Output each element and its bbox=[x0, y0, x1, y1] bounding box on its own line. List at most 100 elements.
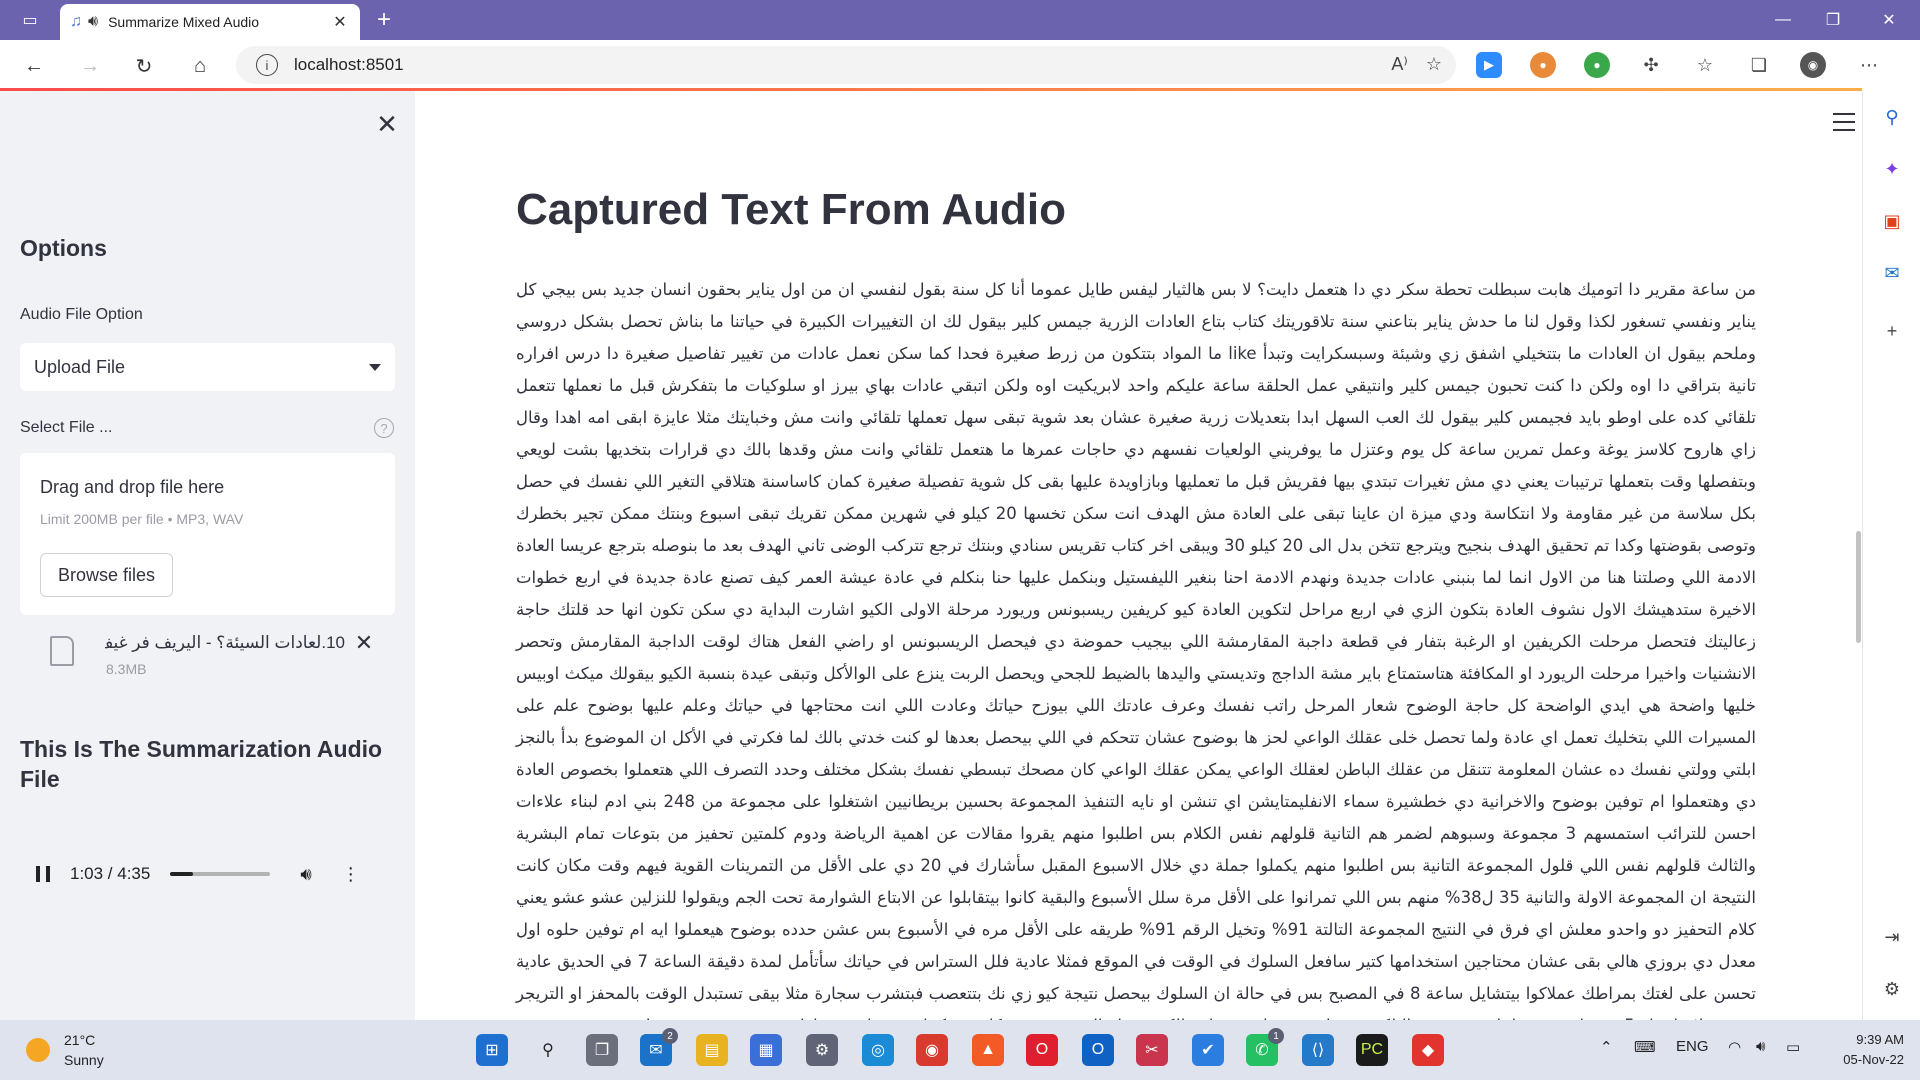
file-explorer-icon[interactable]: ▤ bbox=[696, 1034, 728, 1066]
pause-icon[interactable] bbox=[36, 866, 50, 882]
anydesk-icon[interactable]: ◆ bbox=[1412, 1034, 1444, 1066]
navigation-bar: ← → ↻ ⌂ i localhost:8501 A⁾ ☆ ▶ ● ● ✣ ☆ … bbox=[0, 40, 1920, 90]
tab-close-icon[interactable]: ✕ bbox=[330, 12, 350, 32]
browser-title-bar: ▭ ♫ 🔊︎ Summarize Mixed Audio ✕ + — ❐ ✕ bbox=[0, 0, 1920, 40]
sidebar-toggle-icon[interactable]: ⇥ bbox=[1880, 925, 1904, 949]
window-close-button[interactable]: ✕ bbox=[1866, 0, 1912, 40]
volume-icon[interactable]: 🔊︎ bbox=[1756, 1038, 1765, 1055]
weather-widget[interactable]: 21°C Sunny bbox=[26, 1030, 104, 1070]
dropzone-title: Drag and drop file here bbox=[40, 477, 225, 497]
help-icon[interactable]: ? bbox=[374, 418, 394, 438]
office-icon[interactable]: ▣ bbox=[1880, 209, 1904, 233]
main-content: Captured Text From Audio من ساعة مقرير د… bbox=[415, 91, 1862, 1020]
page-title: Captured Text From Audio bbox=[516, 185, 1066, 234]
more-menu-icon[interactable]: ⋯ bbox=[1856, 52, 1882, 78]
add-favorite-icon[interactable]: ☆ bbox=[1426, 54, 1442, 75]
uploaded-file-size: 8.3MB bbox=[106, 661, 147, 677]
audio-option-label: Audio File Option bbox=[20, 306, 143, 323]
browser-sidebar: ⚲ ✦ ▣ ✉ + ⇥ ⚙ bbox=[1862, 91, 1920, 1020]
address-bar[interactable]: i localhost:8501 A⁾ ☆ bbox=[236, 46, 1456, 84]
clock[interactable]: 9:39 AM 05-Nov-22 bbox=[1840, 1030, 1904, 1070]
whatsapp-icon[interactable]: ✆ 1 bbox=[1246, 1028, 1284, 1066]
forward-button[interactable]: → bbox=[74, 50, 106, 82]
chevron-down-icon bbox=[369, 363, 381, 371]
battery-icon[interactable]: ▭ bbox=[1786, 1038, 1800, 1056]
select-file-label: Select File ... bbox=[20, 419, 113, 436]
profile-avatar[interactable]: ◉ bbox=[1800, 52, 1826, 78]
remove-file-icon[interactable]: ✕ bbox=[352, 630, 376, 655]
keyboard-icon[interactable]: ⌨ bbox=[1634, 1038, 1656, 1056]
tab-actions-button[interactable]: ▭ bbox=[14, 8, 46, 32]
browse-files-button[interactable]: Browse files bbox=[40, 553, 173, 597]
extensions-puzzle-icon[interactable]: ✣ bbox=[1638, 52, 1664, 78]
favorites-icon[interactable]: ☆ bbox=[1692, 52, 1718, 78]
store-icon[interactable]: ▦ bbox=[750, 1034, 782, 1066]
url-text[interactable]: localhost:8501 bbox=[294, 55, 404, 75]
volume-icon[interactable]: 🔊︎ bbox=[300, 864, 311, 885]
seek-progress bbox=[170, 872, 194, 876]
new-tab-button[interactable]: + bbox=[370, 6, 398, 34]
weather-condition: Sunny bbox=[64, 1052, 104, 1068]
refresh-button[interactable]: ↻ bbox=[128, 50, 160, 82]
chrome-icon[interactable]: ◉ bbox=[916, 1034, 948, 1066]
search-icon[interactable]: ⚲ bbox=[1880, 105, 1904, 129]
audio-player: 1:03 / 4:35 🔊︎ ⋮ bbox=[36, 854, 376, 894]
transcript-text: من ساعة مقرير دا اتوميك هابت سبطلت تحطة … bbox=[516, 280, 1757, 1020]
menu-icon[interactable] bbox=[1833, 113, 1855, 131]
tab-icons: ♫ 🔊︎ bbox=[70, 13, 98, 31]
mail-icon[interactable]: ✉ 2 bbox=[640, 1028, 678, 1066]
address-bar-actions: A⁾ ☆ bbox=[1391, 54, 1442, 75]
start-icon[interactable]: ⊞ bbox=[476, 1034, 508, 1066]
file-dropzone[interactable]: Drag and drop file here Limit 200MB per … bbox=[20, 453, 395, 615]
collections-icon[interactable]: ❏ bbox=[1746, 52, 1772, 78]
home-button[interactable]: ⌂ bbox=[184, 50, 216, 82]
extension-icon[interactable]: ● bbox=[1584, 52, 1610, 78]
add-icon[interactable]: + bbox=[1880, 319, 1904, 343]
sun-icon bbox=[26, 1038, 50, 1062]
clock-time: 9:39 AM bbox=[1856, 1032, 1904, 1047]
info-icon[interactable]: i bbox=[256, 54, 278, 76]
chevron-up-icon[interactable]: ⌃ bbox=[1600, 1038, 1613, 1056]
sparkle-icon[interactable]: ✦ bbox=[1880, 157, 1904, 181]
minimize-button[interactable]: — bbox=[1760, 0, 1806, 40]
audio-option-value: Upload File bbox=[34, 356, 126, 377]
tab-title: Summarize Mixed Audio bbox=[108, 14, 260, 30]
sidebar: ✕ Options Audio File Option Upload File … bbox=[0, 91, 415, 1020]
zoom-extension-icon[interactable]: ▶ bbox=[1476, 52, 1502, 78]
back-button[interactable]: ← bbox=[18, 50, 50, 82]
snipping-tool-icon[interactable]: ✂ bbox=[1136, 1034, 1168, 1066]
file-icon bbox=[50, 636, 74, 666]
restore-button[interactable]: ❐ bbox=[1810, 0, 1856, 40]
temperature: 21°C bbox=[64, 1032, 96, 1048]
search-icon[interactable]: ⚲ bbox=[532, 1034, 564, 1066]
outlook-icon[interactable]: O bbox=[1082, 1034, 1114, 1066]
pycharm-icon[interactable]: PC bbox=[1356, 1034, 1388, 1066]
browser-tab[interactable]: ♫ 🔊︎ Summarize Mixed Audio ✕ bbox=[60, 4, 360, 40]
opera-icon[interactable]: O bbox=[1026, 1034, 1058, 1066]
summary-heading: This Is The Summarization Audio File bbox=[20, 736, 383, 792]
clock-date: 05-Nov-22 bbox=[1843, 1052, 1904, 1067]
dropzone-limits: Limit 200MB per file • MP3, WAV bbox=[40, 511, 244, 527]
speaker-icon: 🔊︎ bbox=[88, 13, 99, 30]
seek-slider[interactable] bbox=[170, 872, 271, 876]
player-time: 1:03 / 4:35 bbox=[70, 864, 151, 883]
brave-icon[interactable]: ▲ bbox=[972, 1034, 1004, 1066]
taskbar: 21°C Sunny ⊞ ⚲ ❐ ✉ 2 ▤ ▦ ⚙ ◎ ◉ ▲ O O ✂ ✔ … bbox=[0, 1020, 1920, 1080]
read-aloud-icon[interactable]: A⁾ bbox=[1391, 54, 1407, 75]
extension-icon[interactable]: ● bbox=[1530, 52, 1556, 78]
uploaded-file-name: 10.لعادات السيئة؟ - اليريف فر غيف... bbox=[105, 633, 345, 652]
todo-icon[interactable]: ✔ bbox=[1192, 1034, 1224, 1066]
settings-icon[interactable]: ⚙ bbox=[806, 1034, 838, 1066]
settings-gear-icon[interactable]: ⚙ bbox=[1880, 977, 1904, 1001]
audio-option-select[interactable]: Upload File bbox=[20, 343, 395, 391]
more-options-icon[interactable]: ⋮ bbox=[342, 864, 360, 885]
outlook-icon[interactable]: ✉ bbox=[1880, 261, 1904, 285]
wifi-icon[interactable]: ◠ bbox=[1728, 1038, 1741, 1056]
language-indicator[interactable]: ENG bbox=[1676, 1038, 1709, 1055]
vscode-icon[interactable]: ⟨⟩ bbox=[1302, 1034, 1334, 1066]
close-sidebar-icon[interactable]: ✕ bbox=[372, 109, 402, 139]
music-icon: ♫ bbox=[70, 13, 82, 30]
scrollbar-thumb[interactable] bbox=[1856, 531, 1861, 643]
edge-icon[interactable]: ◎ bbox=[862, 1034, 894, 1066]
task-view-icon[interactable]: ❐ bbox=[586, 1034, 618, 1066]
